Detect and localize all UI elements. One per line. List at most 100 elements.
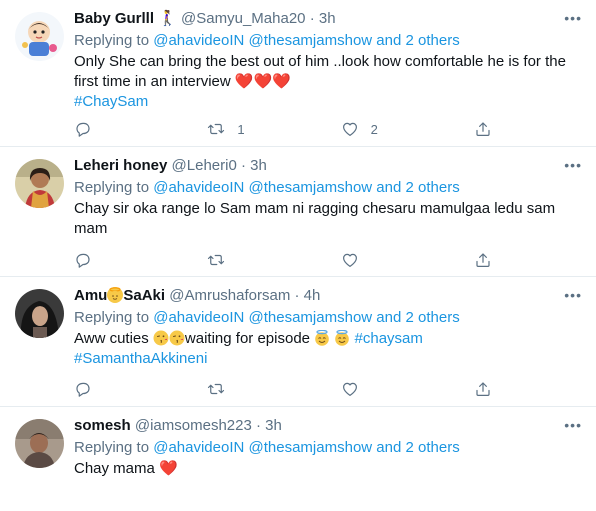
reply-button[interactable]	[74, 251, 164, 269]
kiss-emoji-icon	[153, 330, 169, 346]
like-button[interactable]	[341, 380, 431, 398]
heart-emoji: ❤️	[272, 73, 291, 90]
display-name-part: Amu	[74, 287, 108, 304]
heart-emoji: ❤️	[234, 73, 254, 90]
timestamp[interactable]: 3h	[250, 157, 267, 174]
others-link[interactable]: and 2 others	[376, 32, 459, 49]
more-icon[interactable]: •••	[564, 11, 582, 25]
timestamp[interactable]: 4h	[304, 287, 321, 304]
more-icon[interactable]: •••	[564, 288, 582, 302]
avatar[interactable]	[15, 12, 64, 61]
share-icon	[476, 253, 490, 267]
replying-to: Replying to @ahavideoIN @thesamjamshow a…	[74, 30, 580, 52]
retweet-count: 1	[237, 121, 245, 137]
separator: ·	[256, 417, 261, 434]
display-name[interactable]: Baby Gurlll 🚶‍♀️	[74, 10, 177, 27]
like-icon	[342, 122, 357, 136]
kiss-emoji-icon	[169, 330, 185, 346]
tweet-text: Chay sir oka range lo Sam mam ni ragging…	[74, 199, 584, 239]
replying-prefix: Replying to	[74, 309, 154, 326]
more-icon[interactable]: •••	[564, 418, 582, 432]
share-button[interactable]	[474, 251, 494, 269]
replying-prefix: Replying to	[74, 32, 154, 49]
mention-link[interactable]: @thesamjamshow	[249, 439, 373, 456]
retweet-icon	[208, 123, 225, 135]
others-link[interactable]: and 2 others	[376, 179, 459, 196]
hashtag-link[interactable]: #chaysam	[355, 330, 423, 347]
tweet-body: Only She can bring the best out of him .…	[74, 53, 566, 90]
mention-link[interactable]: @ahavideoIN	[153, 32, 244, 49]
heart-emoji: ❤️	[159, 460, 178, 477]
tweet[interactable]: ••• Leheri honey @Leheri0 · 3h Replying …	[0, 147, 596, 277]
tweet-body: Chay mama	[74, 460, 155, 477]
user-handle[interactable]: @Amrushaforsam	[169, 287, 290, 304]
tweet[interactable]: ••• somesh @iamsomesh223 · 3h Replying t…	[0, 407, 596, 511]
avatar[interactable]	[15, 419, 64, 468]
display-name[interactable]: Amu SaAki	[74, 287, 165, 304]
like-button[interactable]	[341, 251, 431, 269]
retweet-icon	[208, 254, 225, 266]
tweet-body: Aww cuties	[74, 330, 153, 347]
hashtag-link[interactable]: #SamanthaAkkineni	[74, 350, 207, 367]
tweet-actions	[74, 250, 494, 270]
angel-emoji-icon	[107, 287, 124, 303]
tweet-text: Aww cuties waiting for episode #chaysam …	[74, 329, 584, 369]
tweet-body: Chay sir oka range lo Sam mam ni ragging…	[74, 200, 556, 237]
reply-icon	[76, 253, 90, 268]
user-handle[interactable]: @iamsomesh223	[135, 417, 252, 434]
reply-button[interactable]	[74, 120, 164, 138]
tweet-actions	[74, 379, 494, 399]
mention-link[interactable]: @ahavideoIN	[153, 309, 244, 326]
user-handle[interactable]: @Leheri0	[172, 157, 237, 174]
user-handle[interactable]: @Samyu_Maha20	[181, 10, 305, 27]
like-icon	[342, 382, 357, 396]
replying-prefix: Replying to	[74, 439, 154, 456]
share-button[interactable]	[474, 380, 494, 398]
timestamp[interactable]: 3h	[265, 417, 282, 434]
heart-emoji: ❤️	[253, 73, 273, 90]
avatar[interactable]	[15, 289, 64, 338]
reply-icon	[76, 122, 90, 137]
replying-to: Replying to @ahavideoIN @thesamjamshow a…	[74, 177, 580, 199]
mention-link[interactable]: @thesamjamshow	[249, 309, 373, 326]
mention-link[interactable]: @thesamjamshow	[249, 32, 373, 49]
retweet-button[interactable]	[207, 380, 297, 398]
tweet-header: Amu SaAki @Amrushaforsam · 4h	[74, 285, 580, 307]
tweet-header: somesh @iamsomesh223 · 3h	[74, 415, 580, 437]
timestamp[interactable]: 3h	[319, 10, 336, 27]
like-button[interactable]: 2	[341, 120, 431, 138]
mention-link[interactable]: @thesamjamshow	[249, 179, 373, 196]
tweet-body: waiting for episode	[184, 330, 315, 347]
mention-link[interactable]: @ahavideoIN	[153, 179, 244, 196]
like-icon	[342, 253, 357, 267]
tweet-actions: 1 2	[74, 119, 494, 139]
halo-smile-emoji-icon	[314, 329, 330, 346]
share-button[interactable]	[474, 120, 494, 138]
halo-smile-emoji-icon	[334, 329, 350, 346]
separator: ·	[309, 10, 315, 27]
avatar[interactable]	[15, 159, 64, 208]
tweet-header: Baby Gurlll 🚶‍♀️ @Samyu_Maha20 · 3h	[74, 8, 580, 30]
separator: ·	[240, 157, 246, 174]
share-icon	[476, 382, 490, 396]
retweet-icon	[208, 383, 225, 395]
retweet-button[interactable]	[207, 251, 297, 269]
display-name[interactable]: Leheri honey	[74, 157, 167, 174]
replying-to: Replying to @ahavideoIN @thesamjamshow a…	[74, 307, 580, 329]
mention-link[interactable]: @ahavideoIN	[153, 439, 244, 456]
separator: ·	[294, 287, 300, 304]
retweet-button[interactable]: 1	[207, 120, 297, 138]
others-link[interactable]: and 2 others	[376, 309, 459, 326]
others-link[interactable]: and 2 others	[376, 439, 459, 456]
more-icon[interactable]: •••	[564, 158, 582, 172]
display-name[interactable]: somesh	[74, 417, 131, 434]
tweet[interactable]: ••• Amu SaAki @Amrushaforsam · 4h Replyin…	[0, 277, 596, 407]
reply-button[interactable]	[74, 380, 164, 398]
tweet[interactable]: ••• Baby Gurlll 🚶‍♀️ @Samyu_Maha20 · 3h …	[0, 0, 596, 147]
tweet-text: Chay mama ❤️	[74, 459, 584, 479]
display-name-part: SaAki	[123, 287, 166, 304]
tweet-text: Only She can bring the best out of him .…	[74, 52, 584, 112]
hashtag-link[interactable]: #ChaySam	[74, 93, 148, 110]
tweet-header: Leheri honey @Leheri0 · 3h	[74, 155, 580, 177]
share-icon	[476, 122, 490, 136]
